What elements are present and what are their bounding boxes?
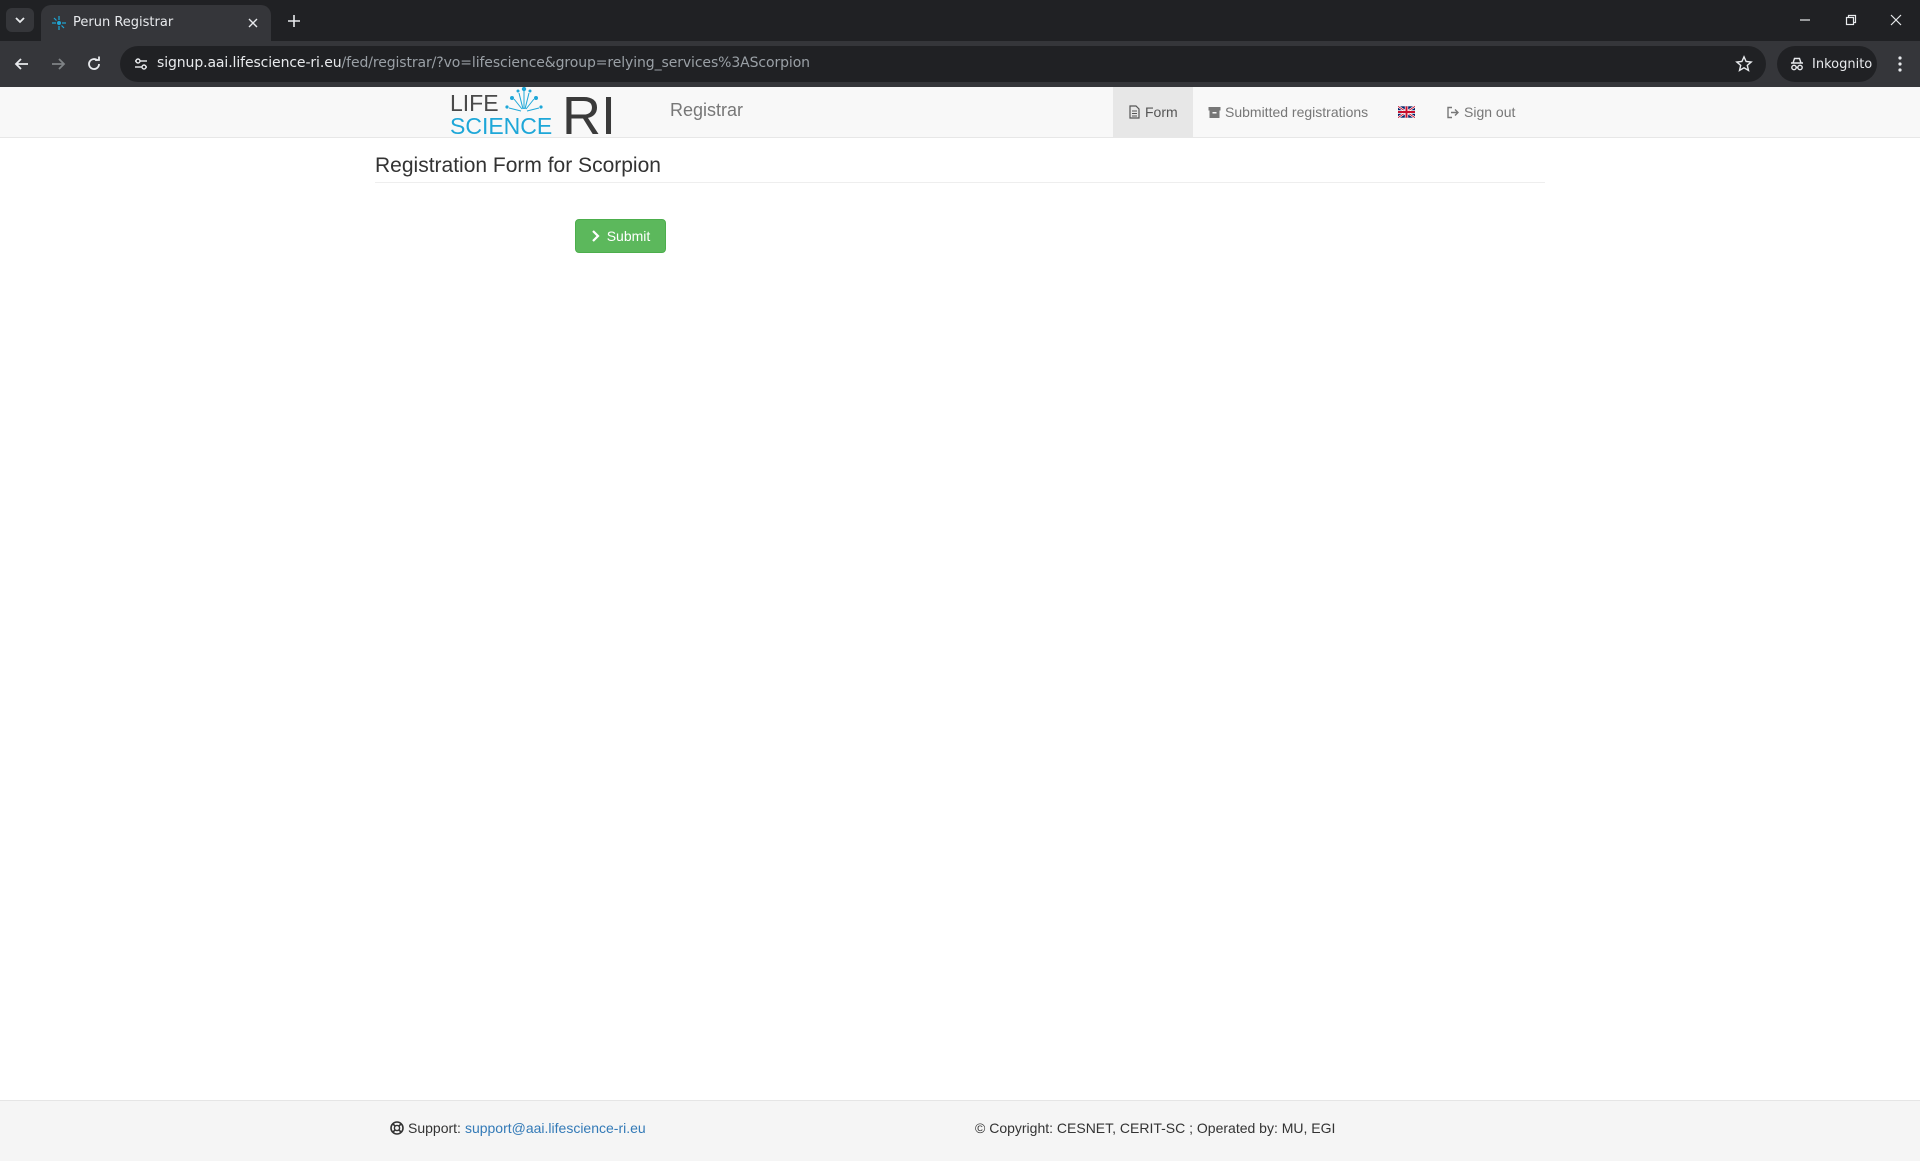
footer-copyright: © Copyright: CESNET, CERIT-SC ; Operated… bbox=[975, 1120, 1336, 1136]
logo-science-text: SCIENCE bbox=[450, 113, 552, 137]
nav-item-sign-out[interactable]: Sign out bbox=[1431, 87, 1530, 137]
reload-button[interactable] bbox=[80, 50, 108, 78]
browser-menu-button[interactable] bbox=[1886, 50, 1914, 78]
tab-close-button[interactable] bbox=[243, 13, 263, 33]
support-label: Support: bbox=[408, 1120, 461, 1136]
close-window-button[interactable] bbox=[1874, 6, 1918, 34]
nav-item-sign-out-label: Sign out bbox=[1464, 104, 1516, 120]
footer-support: Support: support@aai.lifescience-ri.eu bbox=[390, 1120, 646, 1136]
nav-item-form-label: Form bbox=[1145, 104, 1178, 120]
submit-button[interactable]: Submit bbox=[575, 219, 666, 253]
page-title: Registration Form for Scorpion bbox=[375, 154, 661, 177]
star-icon bbox=[1735, 55, 1753, 72]
restore-icon bbox=[1845, 14, 1857, 26]
plus-icon bbox=[288, 15, 300, 27]
file-icon bbox=[1129, 105, 1140, 119]
more-vert-icon bbox=[1898, 56, 1902, 72]
incognito-badge[interactable]: Inkognito bbox=[1777, 46, 1877, 82]
incognito-label: Inkognito bbox=[1812, 56, 1873, 72]
chevron-down-icon bbox=[15, 17, 25, 24]
nav-item-form[interactable]: Form bbox=[1113, 87, 1193, 137]
url-path: /fed/registrar/?vo=lifescience&group=rel… bbox=[341, 55, 811, 71]
lifescience-favicon-icon bbox=[52, 16, 66, 30]
life-science-ri-logo[interactable]: LIFE SCIENCE RI bbox=[448, 87, 614, 137]
url-text[interactable]: signup.aai.lifescience-ri.eu/fed/registr… bbox=[157, 55, 810, 71]
submit-button-label: Submit bbox=[606, 228, 651, 244]
arrow-left-icon bbox=[14, 58, 28, 70]
logout-icon bbox=[1447, 106, 1459, 118]
close-icon bbox=[1890, 14, 1902, 26]
nav-item-submitted-label: Submitted registrations bbox=[1225, 104, 1369, 120]
archive-icon bbox=[1208, 106, 1221, 118]
site-navbar: LIFE SCIENCE RI Registrar Form Submitted… bbox=[0, 87, 1920, 138]
navbar-brand[interactable]: Registrar bbox=[670, 100, 743, 121]
nav-item-submitted-registrations[interactable]: Submitted registrations bbox=[1193, 87, 1383, 137]
uk-flag-icon bbox=[1398, 106, 1415, 118]
minimize-icon bbox=[1800, 19, 1810, 21]
minimize-button[interactable] bbox=[1783, 6, 1827, 34]
close-icon bbox=[248, 18, 258, 28]
tune-icon bbox=[135, 58, 147, 70]
incognito-icon bbox=[1791, 57, 1803, 71]
nav-item-language[interactable] bbox=[1383, 87, 1434, 137]
tab-title: Perun Registrar bbox=[73, 15, 174, 30]
address-bar[interactable]: signup.aai.lifescience-ri.eu/fed/registr… bbox=[120, 46, 1766, 82]
site-info-button[interactable] bbox=[128, 51, 154, 77]
new-tab-button[interactable] bbox=[282, 9, 306, 33]
forward-button[interactable] bbox=[44, 50, 72, 78]
url-host: signup.aai.lifescience-ri.eu bbox=[157, 55, 342, 71]
support-email-link[interactable]: support@aai.lifescience-ri.eu bbox=[465, 1120, 646, 1136]
logo-burst-icon bbox=[505, 87, 543, 112]
browser-tab[interactable]: Perun Registrar bbox=[41, 5, 271, 41]
browser-toolbar: signup.aai.lifescience-ri.eu/fed/registr… bbox=[0, 41, 1920, 87]
title-divider bbox=[375, 182, 1545, 183]
arrow-right-icon bbox=[52, 58, 66, 70]
back-button[interactable] bbox=[8, 50, 36, 78]
restore-button[interactable] bbox=[1829, 6, 1873, 34]
site-footer: Support: support@aai.lifescience-ri.eu ©… bbox=[0, 1100, 1920, 1161]
browser-tab-bar: Perun Registrar bbox=[0, 0, 1920, 41]
logo-ri-text: RI bbox=[562, 87, 614, 137]
lifebuoy-icon bbox=[390, 1121, 404, 1135]
tab-search-button[interactable] bbox=[6, 8, 34, 32]
bookmark-button[interactable] bbox=[1732, 52, 1756, 76]
reload-icon bbox=[88, 56, 100, 70]
chevron-right-icon bbox=[591, 230, 600, 242]
